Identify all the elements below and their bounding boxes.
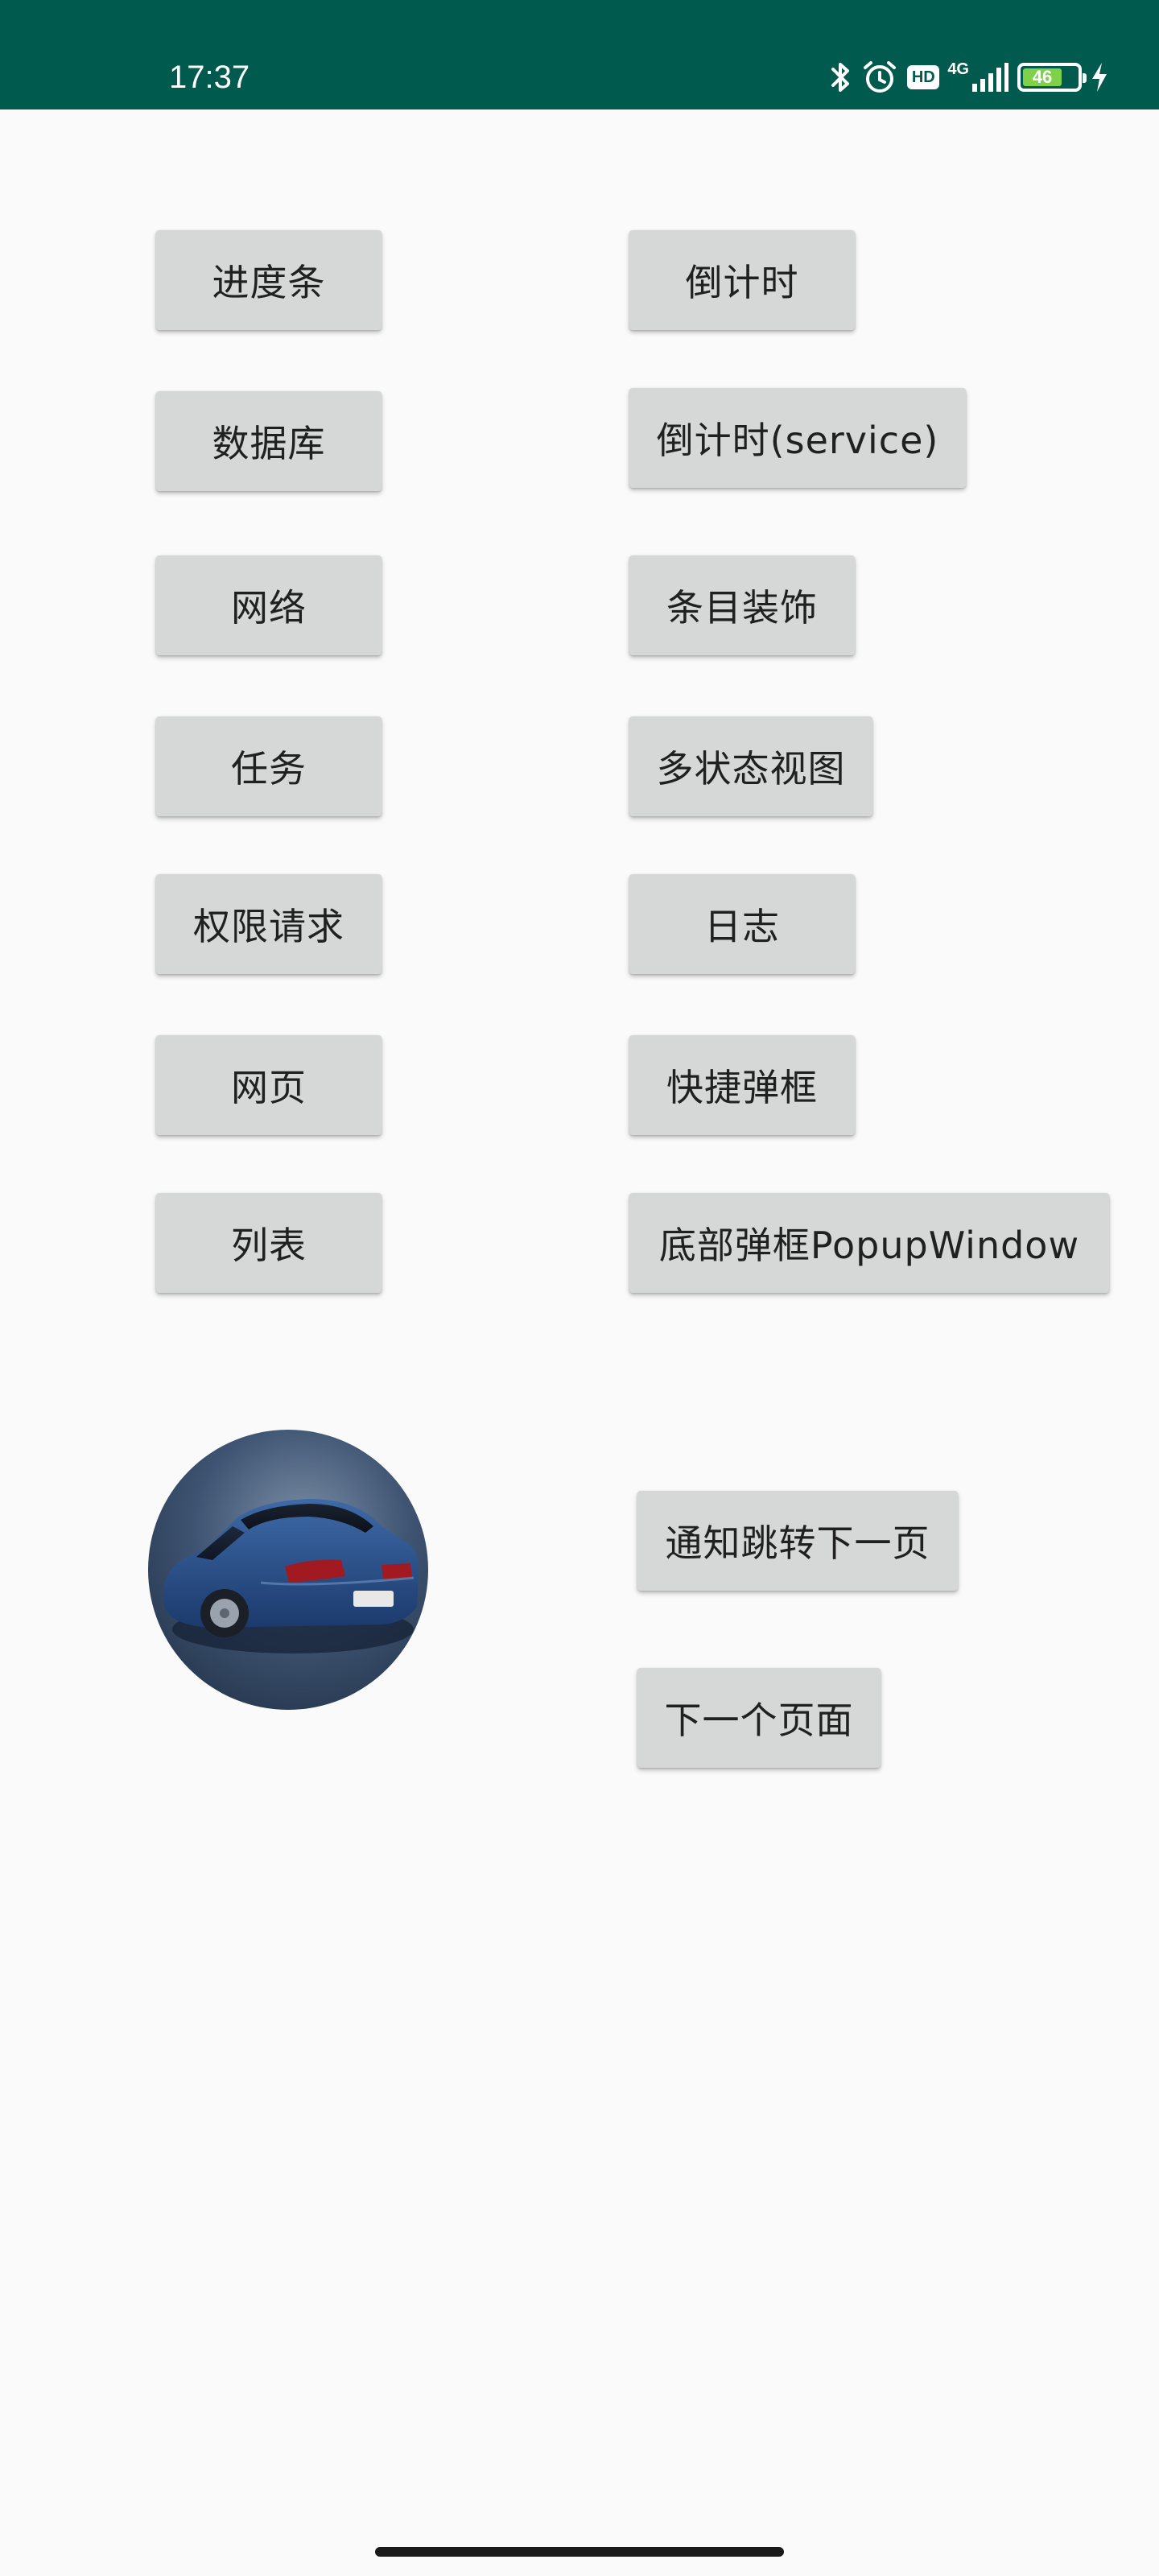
webpage-button[interactable]: 网页: [156, 1035, 382, 1135]
network-type: 4G: [947, 60, 969, 78]
permission-request-button[interactable]: 权限请求: [156, 874, 382, 974]
countdown-service-button[interactable]: 倒计时(service): [629, 388, 966, 488]
next-page-button[interactable]: 下一个页面: [637, 1668, 881, 1768]
list-button[interactable]: 列表: [156, 1193, 382, 1293]
hd-icon: HD: [907, 65, 940, 89]
battery-level: 46: [1023, 67, 1062, 87]
car-image: [148, 1430, 428, 1710]
log-button[interactable]: 日志: [629, 874, 855, 974]
item-decoration-button[interactable]: 条目装饰: [629, 555, 855, 655]
multi-state-view-button[interactable]: 多状态视图: [629, 716, 872, 816]
task-button[interactable]: 任务: [156, 716, 382, 816]
alarm-icon: [864, 61, 897, 93]
status-bar: 17:37 HD 4G 46: [0, 0, 1159, 109]
home-indicator[interactable]: [375, 2547, 784, 2557]
signal-icon: [972, 63, 1008, 92]
charging-icon: [1092, 63, 1107, 92]
battery-icon: 46: [1017, 63, 1087, 92]
status-icons: HD 4G 46: [830, 55, 1109, 100]
progress-button[interactable]: 进度条: [156, 230, 382, 330]
quick-dialog-button[interactable]: 快捷弹框: [629, 1035, 855, 1135]
countdown-button[interactable]: 倒计时: [629, 230, 855, 330]
bluetooth-icon: [831, 63, 850, 92]
status-time: 17:37: [169, 60, 250, 95]
car-illustration: [164, 1499, 419, 1653]
bottom-popup-window-button[interactable]: 底部弹框PopupWindow: [629, 1193, 1109, 1293]
network-button[interactable]: 网络: [156, 555, 382, 655]
notify-next-page-button[interactable]: 通知跳转下一页: [637, 1491, 958, 1591]
database-button[interactable]: 数据库: [156, 391, 382, 491]
